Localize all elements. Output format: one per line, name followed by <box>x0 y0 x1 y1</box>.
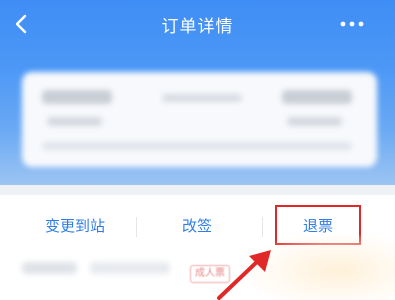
section-divider <box>0 185 395 195</box>
order-info-card <box>22 72 377 167</box>
annotation-arrow-icon <box>217 250 271 300</box>
nav-bar: 订单详情 <box>0 0 395 50</box>
action-separator <box>136 217 137 237</box>
more-horizontal-icon[interactable] <box>339 20 365 28</box>
page-title: 订单详情 <box>161 17 234 37</box>
change-station-button[interactable]: 变更到站 <box>20 205 130 247</box>
rebook-button[interactable]: 改签 <box>142 205 252 247</box>
action-separator <box>262 217 263 237</box>
